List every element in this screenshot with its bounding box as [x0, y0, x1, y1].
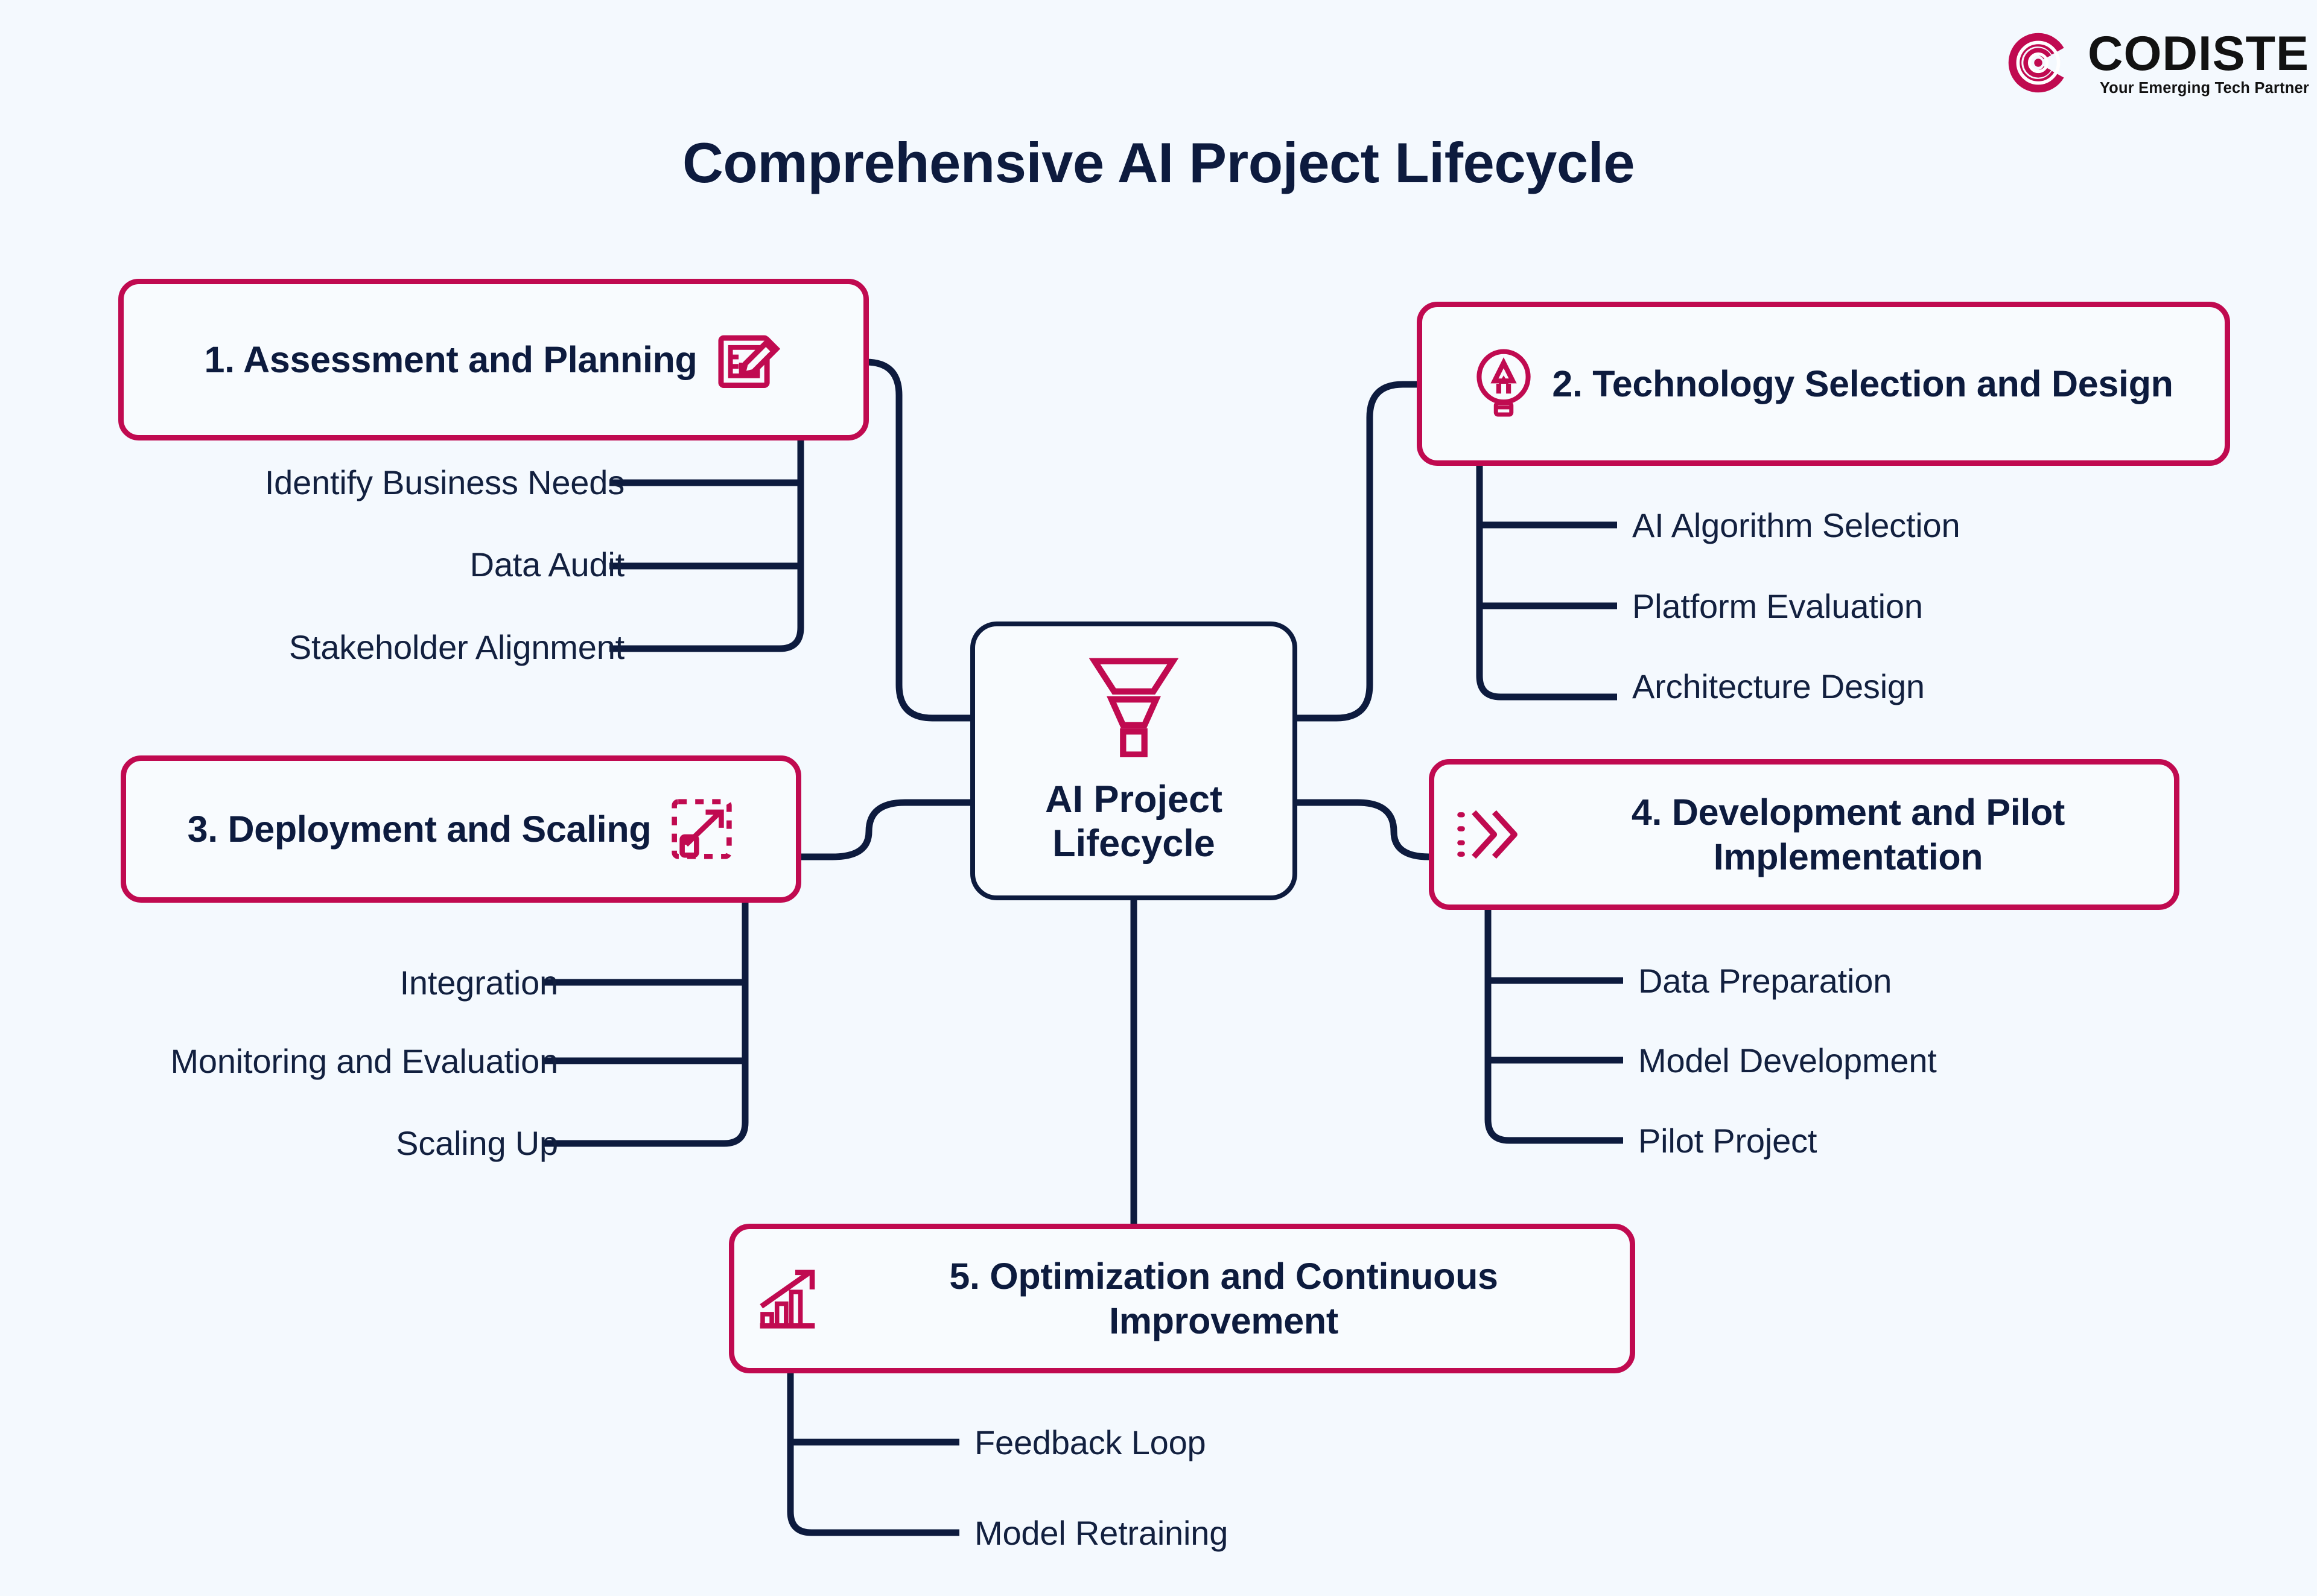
wire-stage4-spine	[1484, 910, 1623, 1144]
funnel-icon	[1089, 658, 1178, 757]
stage-node-optimization-and-continuous-improvement[interactable]: 5. Optimization and Continuous Improveme…	[729, 1224, 1635, 1373]
leaf-label: Data Audit	[469, 545, 625, 583]
double-chevron-icon	[1457, 810, 1518, 859]
lightbulb-pen-icon	[1476, 349, 1531, 417]
stage-node-technology-selection-and-design[interactable]: 2. Technology Selection and Design	[1417, 302, 2230, 466]
stage-node-label: 1. Assessment and Planning	[204, 339, 698, 380]
scale-expand-icon	[672, 799, 733, 859]
leaf-label: Platform Evaluation	[1632, 587, 1923, 625]
wire-stage2-spine	[1476, 466, 1617, 701]
leaf-label: Model Development	[1638, 1041, 1937, 1079]
leaf-label: Model Retraining	[974, 1514, 1228, 1552]
stage-node-label: 5. Optimization and Continuous Improveme…	[949, 1255, 1498, 1341]
wire-stage3-spine	[543, 903, 749, 1147]
leaf-label: Identify Business Needs	[264, 463, 625, 501]
leaf-label: Pilot Project	[1638, 1122, 1817, 1160]
wire-center-to-stage2	[1297, 381, 1417, 722]
wire-center-to-stage3	[801, 799, 970, 860]
stage-node-label: 3. Deployment and Scaling	[187, 808, 652, 850]
leaf-label: AI Algorithm Selection	[1632, 506, 1960, 544]
leaf-label: Stakeholder Alignment	[288, 628, 625, 666]
wire-stage5-spine	[787, 1373, 959, 1536]
leaf-label: Integration	[399, 964, 559, 1002]
stage-node-assessment-and-planning[interactable]: 1. Assessment and Planning	[118, 279, 869, 440]
leaf-label: Scaling Up	[396, 1124, 558, 1162]
page-title: Comprehensive AI Project Lifecycle	[682, 131, 1635, 194]
codiste-logo: CODISTE Your Emerging Tech Partner	[2004, 29, 2309, 97]
leaf-label: Monitoring and Evaluation	[170, 1042, 558, 1080]
stage-node-label: 4. Development and Pilot Implementation	[1631, 791, 2065, 877]
logo-wordmark: CODISTE	[2088, 26, 2310, 81]
logo-tagline: Your Emerging Tech Partner	[2099, 79, 2310, 97]
center-node-label: AI Project Lifecycle	[1045, 778, 1222, 866]
leaf-label: Data Preparation	[1638, 962, 1892, 1000]
growth-chart-icon	[760, 1270, 815, 1329]
leaf-label: Feedback Loop	[974, 1423, 1206, 1461]
wire-center-to-stage4	[1297, 799, 1429, 860]
clipboard-pencil-icon	[718, 335, 780, 389]
stage-node-deployment-and-scaling[interactable]: 3. Deployment and Scaling	[121, 755, 801, 903]
codiste-logo-mark-icon	[2008, 33, 2064, 93]
diagram-canvas: CODISTE Your Emerging Tech Partner Compr…	[0, 0, 2317, 1596]
wire-stage1-spine	[609, 440, 804, 652]
center-node[interactable]: AI Project Lifecycle	[970, 622, 1297, 900]
center-node-line2: Lifecycle	[1052, 822, 1215, 865]
center-node-line1: AI Project	[1044, 778, 1223, 821]
stage-node-label: 2. Technology Selection and Design	[1552, 363, 2173, 404]
wire-center-to-stage1	[862, 358, 970, 722]
stage-node-development-and-pilot-implementation[interactable]: 4. Development and Pilot Implementation	[1429, 759, 2179, 910]
leaf-label: Architecture Design	[1632, 667, 1925, 705]
